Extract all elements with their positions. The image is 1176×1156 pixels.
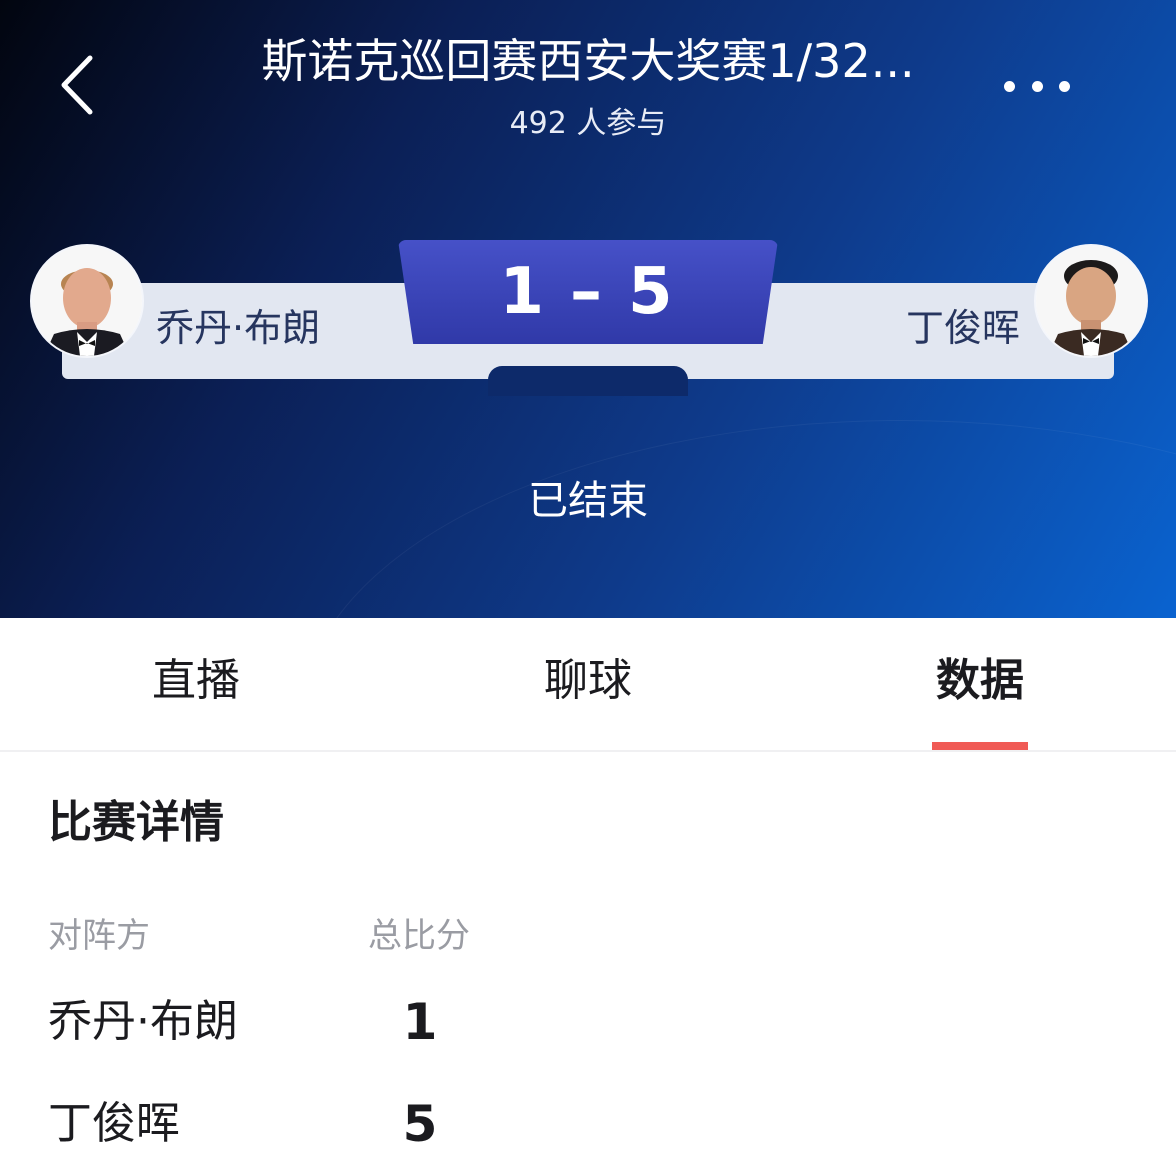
section-title: 比赛详情	[48, 797, 224, 848]
away-player-name[interactable]: 丁俊晖	[906, 300, 1020, 356]
home-score: 1	[499, 255, 548, 329]
column-header-total-score: 总比分	[368, 916, 470, 956]
tab-data[interactable]: 数据	[880, 648, 1080, 714]
match-status: 已结束	[528, 478, 648, 524]
tab-chat[interactable]: 聊球	[488, 648, 688, 714]
player-photo-icon	[1036, 246, 1146, 356]
home-player-avatar[interactable]	[30, 244, 144, 358]
home-player-name[interactable]: 乔丹·布朗	[156, 300, 320, 356]
tab-bar: 直播 聊球 数据	[0, 618, 1176, 752]
match-score: 1 – 5	[398, 240, 778, 344]
tab-live[interactable]: 直播	[96, 648, 296, 714]
away-player-avatar[interactable]	[1034, 244, 1148, 358]
match-header: 斯诺克巡回赛西安大奖赛1/32... 492 人参与 乔丹·布朗 丁俊晖 1 –…	[0, 0, 1176, 618]
page-title: 斯诺克巡回赛西安大奖赛1/32...	[261, 34, 915, 88]
table-row-score: 5	[402, 1095, 438, 1153]
table-row-name: 乔丹·布朗	[48, 996, 238, 1047]
ellipsis-icon	[1059, 80, 1070, 92]
score-separator: –	[570, 255, 606, 329]
scoreboard-notch	[488, 366, 688, 396]
table-row-score: 1	[402, 993, 438, 1051]
active-tab-indicator	[932, 742, 1028, 750]
more-button[interactable]	[1004, 64, 1070, 108]
chevron-left-icon	[61, 55, 93, 115]
column-header-opponent: 对阵方	[48, 916, 150, 956]
away-score: 5	[628, 255, 677, 329]
player-photo-icon	[32, 246, 142, 356]
ellipsis-icon	[1031, 80, 1043, 92]
table-row-name: 丁俊晖	[48, 1098, 180, 1149]
ellipsis-icon	[1004, 80, 1015, 92]
back-button[interactable]	[52, 50, 108, 120]
participant-count: 492 人参与	[509, 106, 667, 141]
